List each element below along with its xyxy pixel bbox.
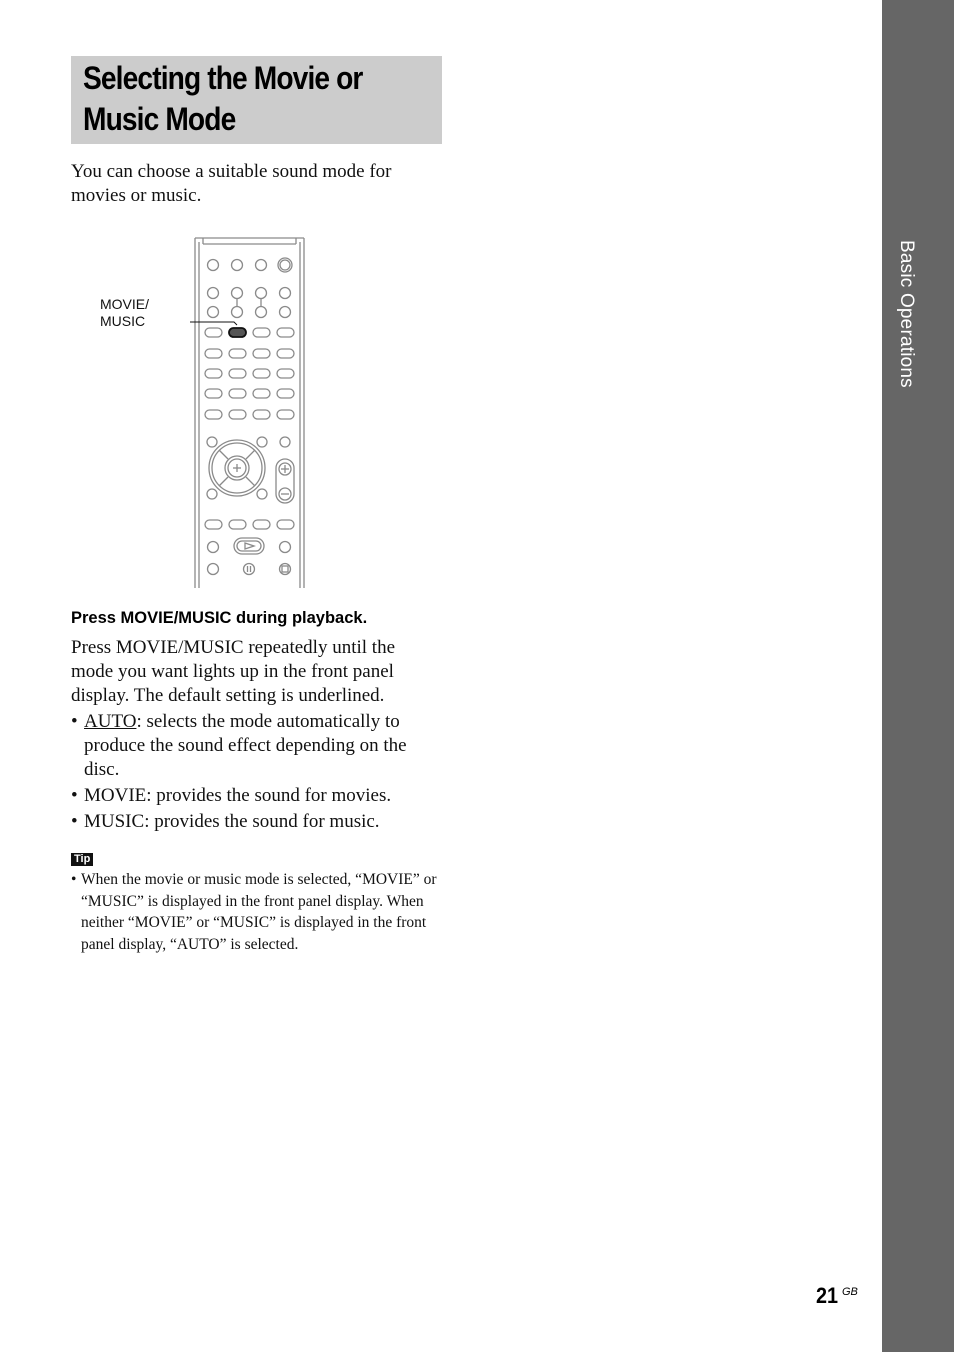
remote-navigation-pad [206, 436, 295, 504]
callout-leader-line [190, 321, 238, 326]
callout-label-line-1: MOVIE/ [100, 296, 150, 312]
callout-label-line-2: MUSIC [100, 313, 146, 329]
mode-option-name: MOVIE [84, 785, 147, 806]
remote-transport-buttons [204, 519, 295, 576]
remote-control-illustration [190, 237, 305, 588]
remote-top-buttons [206, 257, 293, 319]
mode-option-name: AUTO [84, 711, 137, 732]
movie-music-callout-label: MOVIE/ MUSIC [100, 296, 149, 330]
intro-paragraph: You can choose a suitable sound mode for… [71, 161, 392, 206]
page-number: 21 [816, 1283, 839, 1308]
title-line-1: Selecting the Movie or [83, 60, 363, 96]
mode-option-desc: : provides the sound for music. [144, 811, 380, 832]
title-line-2: Music Mode [83, 101, 236, 137]
mode-option-movie: MOVIE: provides the sound for movies. [71, 784, 441, 808]
section-tab-label: Basic Operations [896, 240, 917, 388]
remote-oval-buttons [204, 327, 295, 420]
tip-text: When the movie or music mode is selected… [71, 869, 461, 955]
mode-option-auto: AUTO: selects the mode automatically to … [71, 710, 441, 782]
tip-badge: Tip [71, 853, 94, 866]
section-sidebar [882, 0, 954, 1352]
mode-option-name: MUSIC [84, 811, 145, 832]
mode-option-desc: : provides the sound for movies. [146, 785, 392, 806]
page-title: Selecting the Movie or Music Mode [83, 58, 453, 140]
mode-option-music: MUSIC: provides the sound for music. [71, 810, 441, 834]
step-body: Press MOVIE/MUSIC repeatedly until the m… [71, 637, 396, 706]
remote-body [194, 237, 305, 588]
page-number-suffix: GB [842, 1286, 858, 1298]
mode-options-list: AUTO: selects the mode automatically to … [71, 710, 441, 836]
step-heading: Press MOVIE/MUSIC during playback. [71, 609, 368, 627]
